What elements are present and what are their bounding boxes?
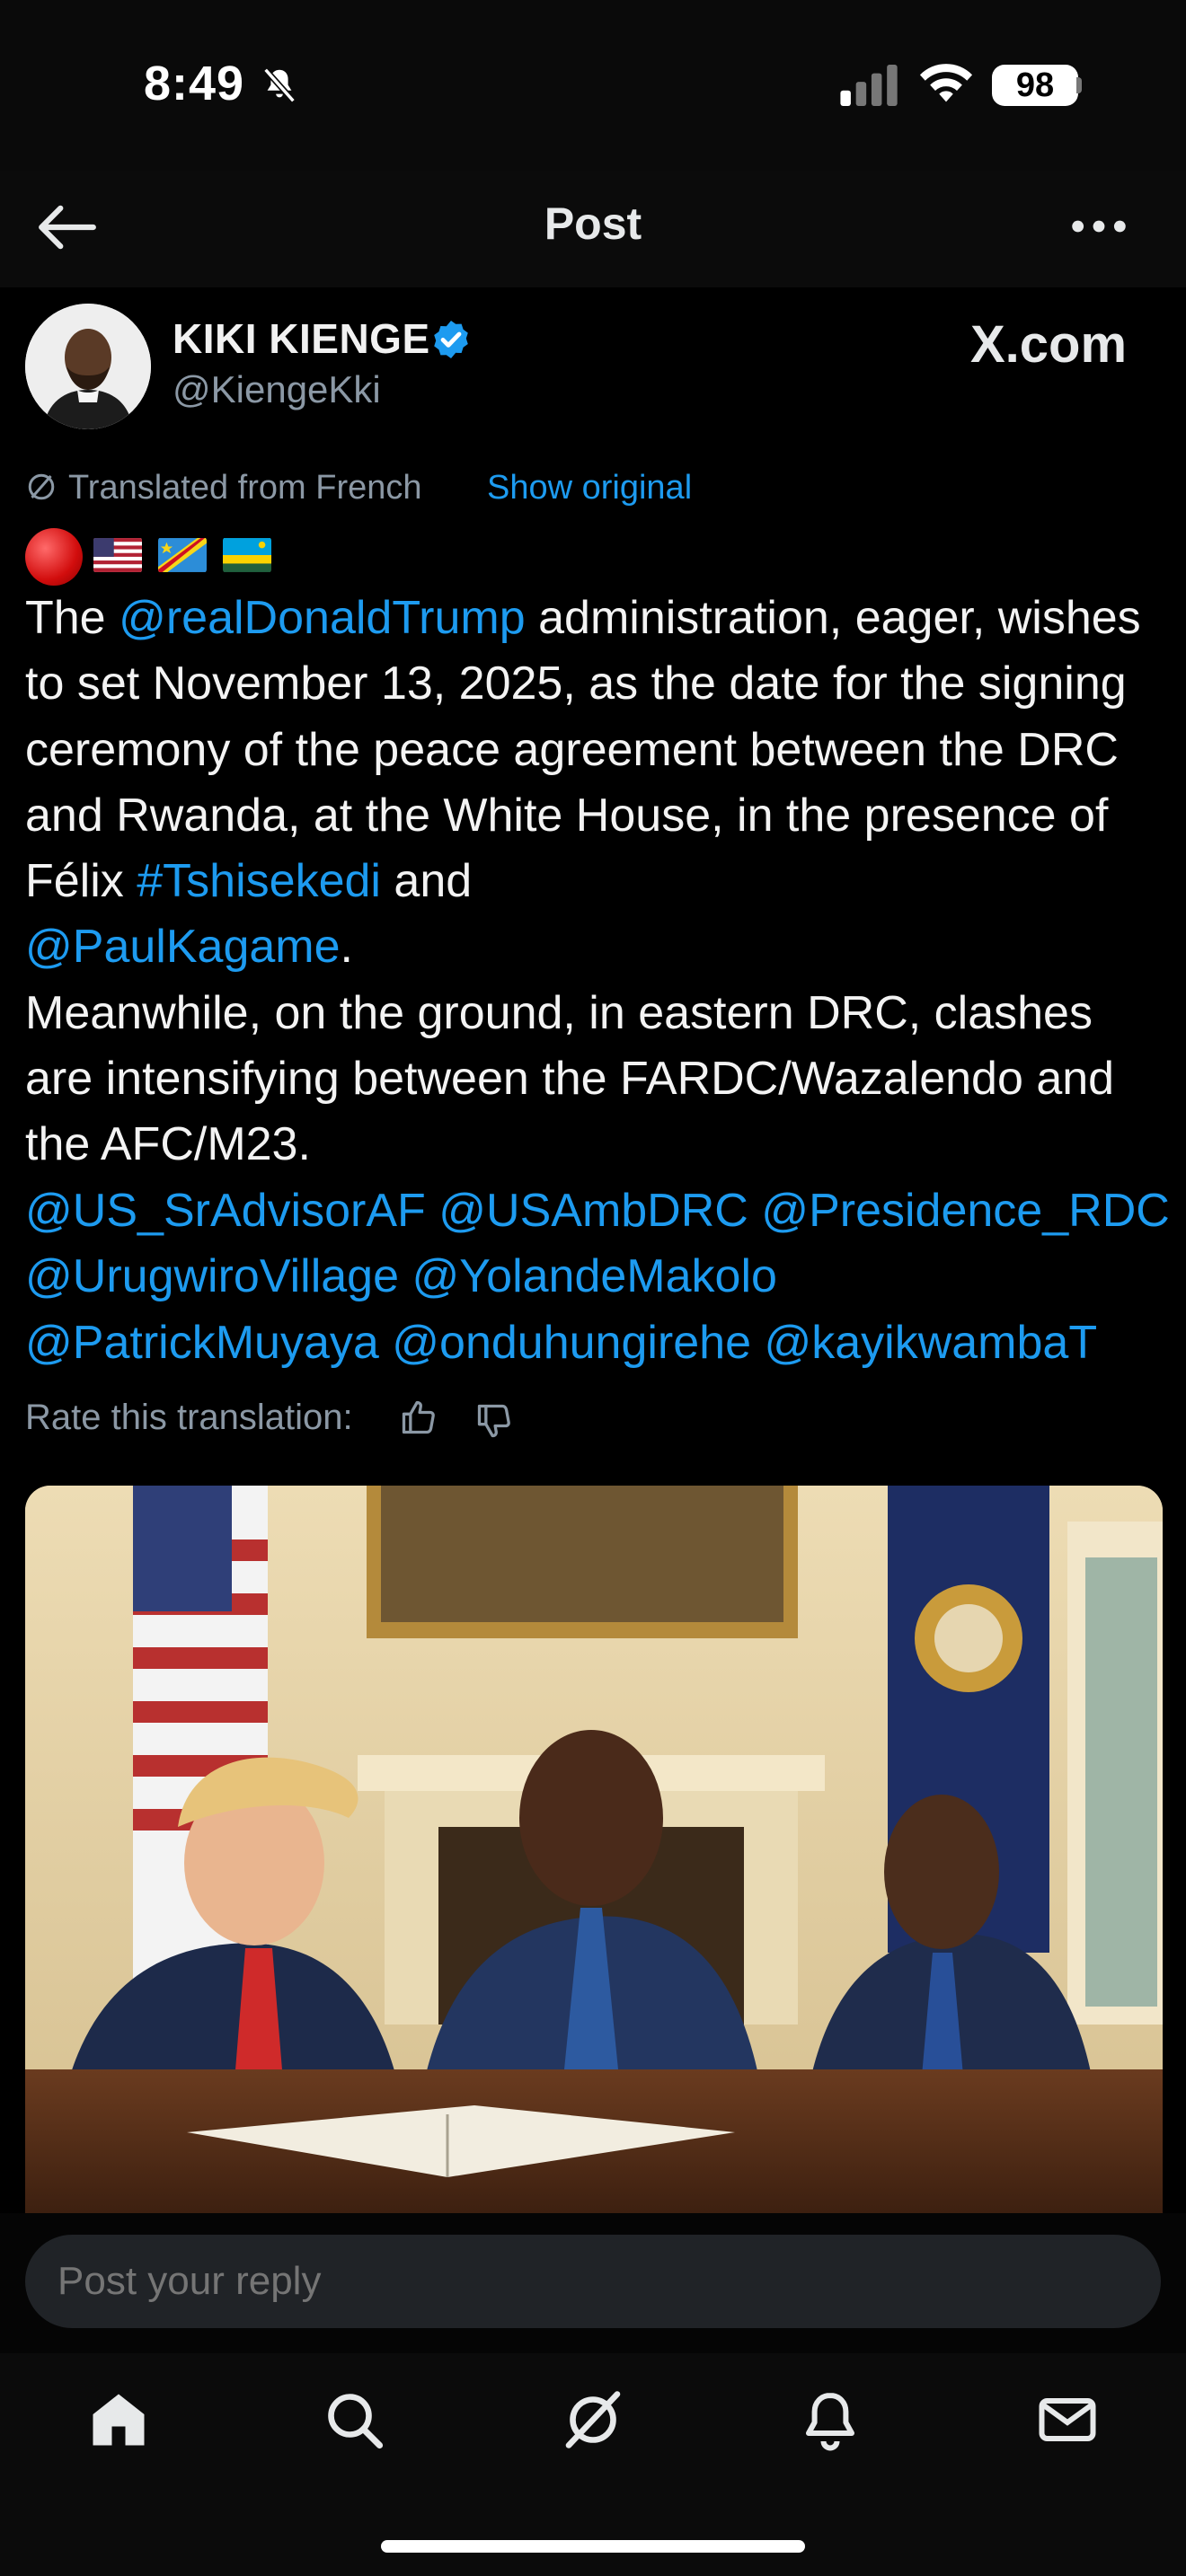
verified-badge-icon	[434, 321, 468, 358]
flag-drc-emoji	[158, 538, 207, 572]
flag-rwanda-emoji	[223, 538, 271, 572]
rate-translation-label: Rate this translation:	[25, 1398, 353, 1437]
search-icon[interactable]	[322, 2387, 386, 2452]
bell-muted-icon	[263, 67, 296, 103]
mentions-line[interactable]: @PatrickMuyaya @onduhungirehe @kayikwamb…	[25, 1310, 1184, 1376]
grok-icon[interactable]	[561, 2387, 625, 2452]
page-title: Post	[544, 198, 642, 249]
mentions-block: @US_SrAdvisorAF @USAmbDRC @Presidence_RD…	[25, 1178, 1184, 1376]
more-options-icon[interactable]	[1067, 216, 1130, 237]
post-text-segment: and	[380, 855, 473, 908]
thumbs-up-icon[interactable]	[399, 1398, 438, 1437]
post-text: The @realDonaldTrump administration, eag…	[25, 586, 1166, 1178]
post-text-paragraph: Meanwhile, on the ground, in eastern DRC…	[25, 986, 1115, 1171]
signing-ceremony-illustration	[25, 1486, 1163, 2213]
red-circle-emoji	[25, 528, 83, 586]
mentions-line[interactable]: @US_SrAdvisorAF @USAmbDRC @Presidence_RD…	[25, 1178, 1184, 1244]
thumbs-down-icon[interactable]	[474, 1401, 514, 1441]
post-text-segment: .	[340, 921, 353, 974]
post-image[interactable]	[25, 1486, 1163, 2213]
avatar[interactable]	[25, 304, 151, 429]
mentions-line[interactable]: @UrugwiroVillage @YolandeMakolo	[25, 1244, 1184, 1310]
avatar-image	[25, 304, 151, 429]
hashtag-link[interactable]: #Tshisekedi	[137, 855, 381, 907]
home-indicator[interactable]	[381, 2540, 805, 2553]
mention-link[interactable]: @PaulKagame	[25, 921, 341, 973]
post-text-segment: The	[25, 592, 119, 644]
x-com-watermark: X.com	[970, 315, 1128, 374]
home-icon[interactable]	[86, 2387, 151, 2452]
battery-tip	[1076, 77, 1082, 93]
reply-input[interactable]	[25, 2235, 1161, 2328]
show-original-link[interactable]: Show original	[487, 469, 692, 507]
status-time: 8:49	[144, 57, 245, 110]
notifications-icon[interactable]	[798, 2387, 863, 2452]
mention-link[interactable]: @realDonaldTrump	[119, 592, 526, 644]
translate-icon	[28, 473, 55, 500]
wifi-icon	[919, 64, 973, 102]
cell-signal-icon	[840, 65, 898, 106]
messages-icon[interactable]	[1035, 2387, 1100, 2452]
author-name[interactable]: KIKI KIENGE	[173, 314, 430, 363]
flag-us-emoji	[93, 538, 142, 572]
author-handle[interactable]: @KiengeKki	[173, 368, 381, 411]
translated-label: Translated from French	[68, 469, 422, 507]
battery-indicator: 98	[992, 65, 1078, 106]
